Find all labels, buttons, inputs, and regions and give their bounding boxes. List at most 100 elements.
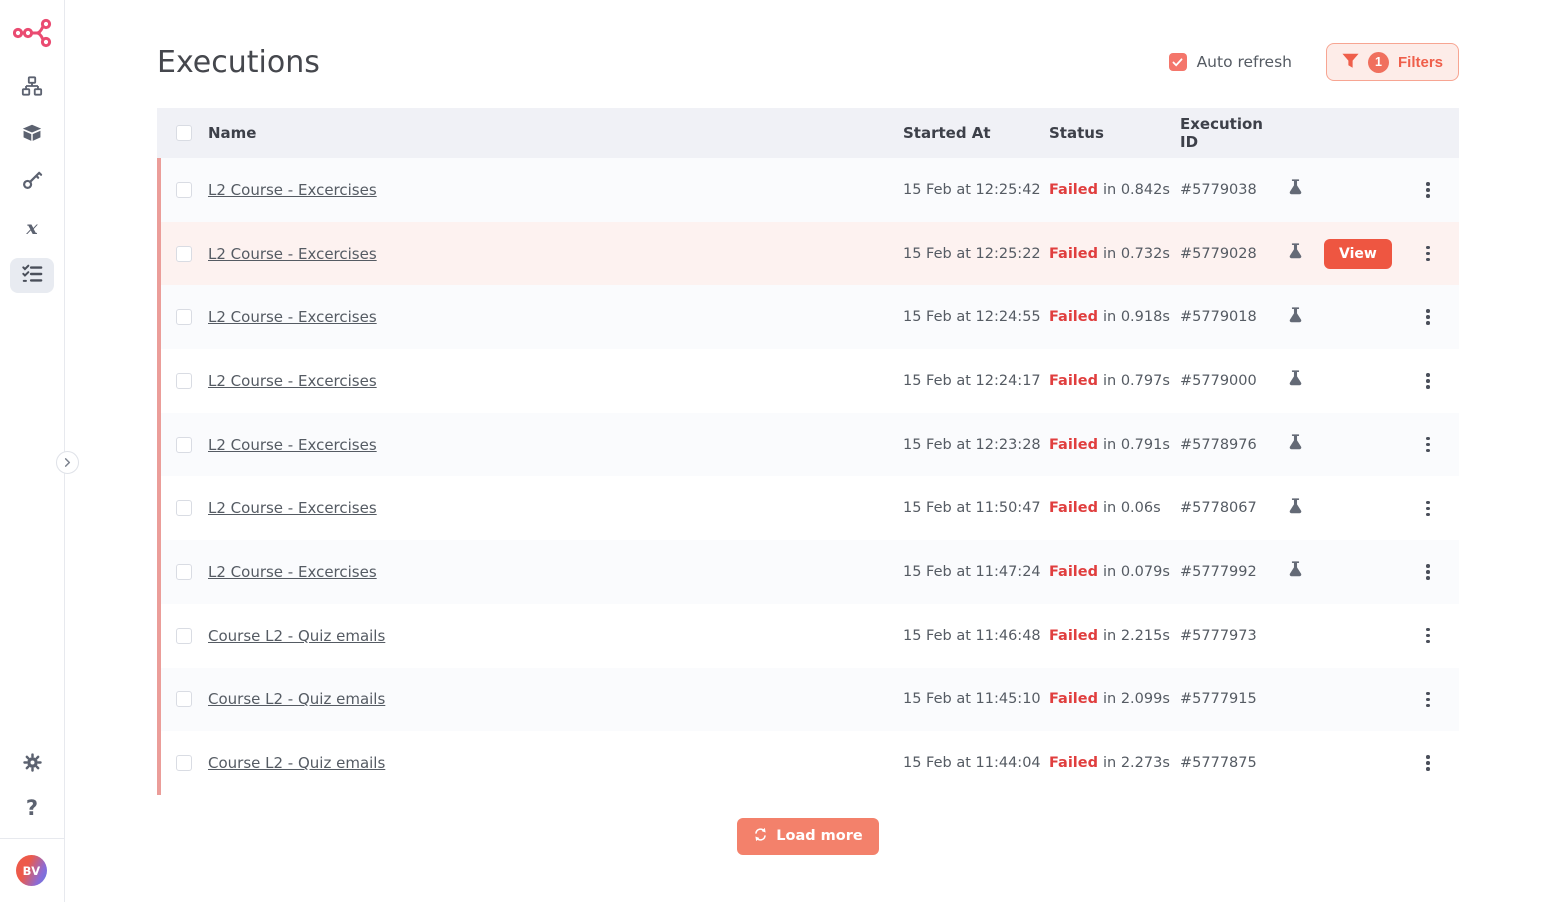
header-controls: Auto refresh 1 Filters [1169, 43, 1459, 81]
kebab-menu-button[interactable] [1422, 178, 1434, 202]
refresh-icon [753, 827, 768, 846]
sidebar-collapse-button[interactable] [56, 451, 79, 474]
status-duration: in 0.791s [1103, 437, 1170, 453]
execution-name-link[interactable]: Course L2 - Quiz emails [208, 690, 385, 708]
status-failed: Failed [1049, 309, 1098, 325]
status-cell: Failedin 2.273s [1049, 755, 1180, 771]
kebab-menu-button[interactable] [1422, 305, 1434, 329]
column-header-execution-id: Execution ID [1180, 115, 1277, 151]
status-cell: Failedin 0.079s [1049, 564, 1180, 580]
execution-id-cell: #5778976 [1180, 437, 1277, 453]
table-row: L2 Course - Excercises 15 Feb at 12:24:1… [157, 349, 1459, 413]
flask-icon [1287, 178, 1304, 201]
page-title: Executions [157, 45, 320, 80]
kebab-menu-button[interactable] [1422, 242, 1434, 266]
execution-id-cell: #5777875 [1180, 755, 1277, 771]
execution-name-link[interactable]: Course L2 - Quiz emails [208, 754, 385, 772]
column-header-started-at: Started At [903, 124, 1049, 142]
gear-icon [22, 752, 43, 777]
kebab-menu-button[interactable] [1422, 369, 1434, 393]
row-checkbox[interactable] [176, 691, 192, 707]
status-duration: in 0.797s [1103, 373, 1170, 389]
key-icon [21, 169, 43, 195]
execution-name-link[interactable]: L2 Course - Excercises [208, 436, 377, 454]
table-row: Course L2 - Quiz emails 15 Feb at 11:45:… [157, 668, 1459, 732]
sidebar-item-executions[interactable] [10, 258, 54, 293]
filters-label: Filters [1398, 54, 1443, 71]
executions-table: Name Started At Status Execution ID L2 C… [157, 108, 1459, 795]
select-all-checkbox[interactable] [176, 125, 192, 141]
load-more-button[interactable]: Load more [737, 818, 878, 855]
execution-name-link[interactable]: Course L2 - Quiz emails [208, 627, 385, 645]
funnel-icon [1342, 53, 1359, 72]
sidebar-item-workflows[interactable] [10, 70, 54, 105]
status-cell: Failedin 2.215s [1049, 628, 1180, 644]
auto-refresh-toggle[interactable]: Auto refresh [1169, 53, 1292, 71]
row-checkbox[interactable] [176, 437, 192, 453]
kebab-menu-button[interactable] [1422, 433, 1434, 457]
row-checkbox[interactable] [176, 564, 192, 580]
kebab-menu-button[interactable] [1422, 497, 1434, 521]
filters-button[interactable]: 1 Filters [1326, 43, 1459, 81]
kebab-menu-button[interactable] [1422, 688, 1434, 712]
variables-icon: x [26, 219, 37, 238]
status-duration: in 0.732s [1103, 246, 1170, 262]
execution-name-link[interactable]: L2 Course - Excercises [208, 245, 377, 263]
question-icon: ? [26, 798, 38, 819]
failed-status-bar [157, 158, 161, 795]
started-at-cell: 15 Feb at 11:47:24 [903, 564, 1049, 580]
auto-refresh-label: Auto refresh [1197, 53, 1292, 71]
table-body: L2 Course - Excercises 15 Feb at 12:25:4… [157, 158, 1459, 795]
status-failed: Failed [1049, 691, 1098, 707]
templates-icon [21, 122, 43, 148]
table-row: L2 Course - Excercises 15 Feb at 12:25:2… [157, 222, 1459, 286]
status-duration: in 2.099s [1103, 691, 1170, 707]
table-header: Name Started At Status Execution ID [157, 108, 1459, 158]
execution-id-cell: #5779000 [1180, 373, 1277, 389]
status-failed: Failed [1049, 755, 1098, 771]
sidebar-item-credentials[interactable] [10, 164, 54, 199]
kebab-menu-button[interactable] [1422, 751, 1434, 775]
row-checkbox[interactable] [176, 373, 192, 389]
workflows-icon [21, 75, 43, 101]
execution-name-link[interactable]: L2 Course - Excercises [208, 372, 377, 390]
row-checkbox[interactable] [176, 628, 192, 644]
execution-id-cell: #5779018 [1180, 309, 1277, 325]
row-checkbox[interactable] [176, 755, 192, 771]
execution-name-link[interactable]: L2 Course - Excercises [208, 499, 377, 517]
execution-id-cell: #5777992 [1180, 564, 1277, 580]
column-header-name: Name [208, 124, 903, 142]
executions-checklist-icon [21, 263, 43, 289]
status-failed: Failed [1049, 628, 1098, 644]
status-failed: Failed [1049, 182, 1098, 198]
row-checkbox[interactable] [176, 182, 192, 198]
status-failed: Failed [1049, 500, 1098, 516]
status-cell: Failed in 0.918s [1049, 309, 1180, 325]
view-button[interactable]: View [1324, 239, 1392, 269]
kebab-menu-button[interactable] [1422, 560, 1434, 584]
started-at-cell: 15 Feb at 12:24:55 [903, 309, 1049, 325]
row-checkbox[interactable] [176, 246, 192, 262]
execution-name-link[interactable]: L2 Course - Excercises [208, 181, 377, 199]
execution-name-link[interactable]: L2 Course - Excercises [208, 563, 377, 581]
status-cell: Failedin 0.732s [1049, 246, 1180, 262]
avatar[interactable]: BV [16, 855, 47, 886]
started-at-cell: 15 Feb at 11:50:47 [903, 500, 1049, 516]
execution-name-link[interactable]: L2 Course - Excercises [208, 308, 377, 326]
settings-button[interactable] [0, 752, 64, 777]
sidebar-item-templates[interactable] [10, 117, 54, 152]
status-duration: in 0.918s [1103, 309, 1170, 325]
table-row: L2 Course - Excercises 15 Feb at 11:50:4… [157, 476, 1459, 540]
table-row: Course L2 - Quiz emails 15 Feb at 11:46:… [157, 604, 1459, 668]
status-cell: Failedin 0.842s [1049, 182, 1180, 198]
sidebar-nav: x [0, 70, 64, 293]
sidebar-item-variables[interactable]: x [10, 211, 54, 246]
status-cell: Failed in 2.099s [1049, 691, 1180, 707]
auto-refresh-checkbox[interactable] [1169, 53, 1187, 71]
execution-id-cell: #5778067 [1180, 500, 1277, 516]
help-button[interactable]: ? [0, 798, 64, 819]
status-failed: Failed [1049, 437, 1098, 453]
kebab-menu-button[interactable] [1422, 624, 1434, 648]
row-checkbox[interactable] [176, 500, 192, 516]
row-checkbox[interactable] [176, 309, 192, 325]
